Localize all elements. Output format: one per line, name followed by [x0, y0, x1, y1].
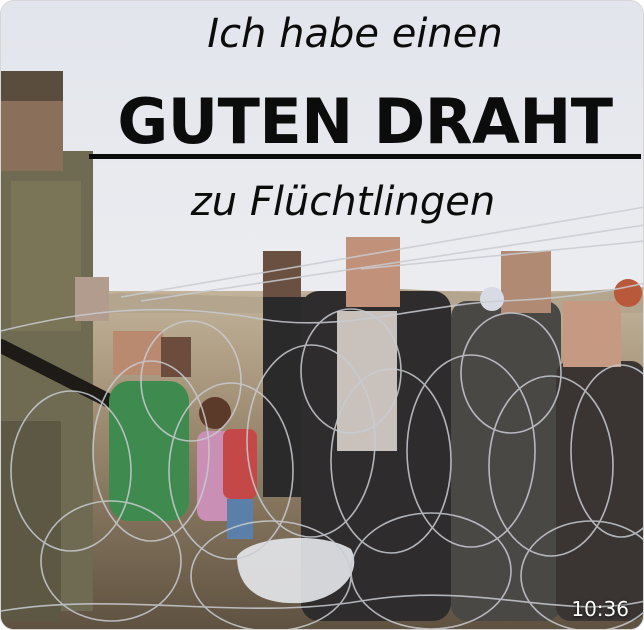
- caption-underline: [89, 154, 641, 159]
- man-face-blur: [346, 237, 400, 307]
- caption-line-1: Ich habe einen: [207, 11, 503, 57]
- caption-line-2: GUTEN DRAHT: [117, 85, 613, 158]
- right-man-face-blur: [501, 251, 551, 313]
- image-frame[interactable]: Ich habe einen GUTEN DRAHT zu Flüchtling…: [0, 0, 644, 630]
- video-timestamp: 10:36: [571, 597, 629, 621]
- caption-line-3: zu Flüchtlingen: [190, 179, 496, 225]
- right-woman-face-blur: [563, 301, 621, 367]
